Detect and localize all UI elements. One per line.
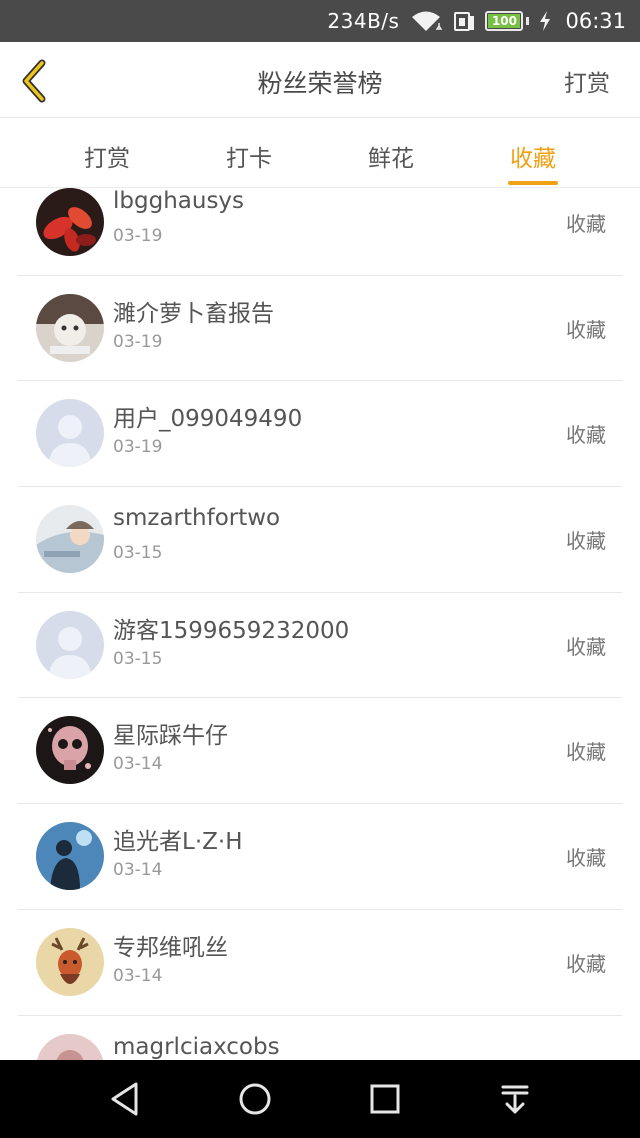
tab-label: 打卡 bbox=[226, 146, 272, 172]
user-name: 星际踩牛仔 bbox=[113, 723, 228, 750]
user-name: 游客1599659232000 bbox=[113, 617, 350, 644]
notification-pulldown-icon bbox=[501, 1085, 529, 1114]
tab-flowers[interactable]: 鲜花 bbox=[320, 118, 462, 188]
user-name: magrlciaxcobs bbox=[113, 1033, 280, 1060]
list-item[interactable]: smzarthfortwo 03-15 收藏 bbox=[18, 487, 622, 593]
battery-icon: 100 bbox=[485, 11, 530, 31]
tab-favorites[interactable]: 收藏 bbox=[462, 118, 604, 188]
avatar[interactable] bbox=[36, 927, 104, 996]
user-name: smzarthfortwo bbox=[113, 505, 281, 532]
avatar[interactable] bbox=[36, 822, 104, 891]
default-user-avatar bbox=[36, 610, 104, 679]
user-name: 用户_099049490 bbox=[113, 406, 303, 433]
wifi-icon bbox=[412, 11, 443, 31]
avatar[interactable] bbox=[36, 716, 104, 785]
recents-square-icon bbox=[370, 1084, 400, 1114]
user-name: 追光者L·Z·H bbox=[113, 829, 243, 856]
default-user-avatar bbox=[36, 399, 104, 468]
favorite-label: 收藏 bbox=[566, 740, 606, 765]
tab-label: 鲜花 bbox=[368, 146, 414, 172]
list-item[interactable]: lbgghausys 03-19 收藏 bbox=[18, 188, 622, 276]
list-item[interactable]: 星际踩牛仔 03-14 收藏 bbox=[18, 698, 622, 805]
avatar[interactable] bbox=[36, 1033, 104, 1060]
avatar[interactable] bbox=[36, 399, 104, 468]
floral-skull-photo bbox=[36, 716, 104, 785]
favorite-date: 03-14 bbox=[113, 965, 163, 986]
avatar[interactable] bbox=[36, 610, 104, 679]
nav-recents-button[interactable] bbox=[355, 1069, 415, 1129]
tab-bar: 打赏 打卡 鲜花 收藏 bbox=[0, 118, 640, 188]
page-title: 粉丝荣誉榜 bbox=[257, 69, 383, 98]
avatar[interactable] bbox=[36, 188, 104, 256]
app-header: 粉丝荣誉榜 打赏 bbox=[0, 42, 640, 118]
avatar[interactable] bbox=[36, 505, 104, 574]
list-item[interactable]: 用户_099049490 03-19 收藏 bbox=[18, 381, 622, 488]
home-circle-icon bbox=[239, 1083, 271, 1115]
cartoon-cat-photo bbox=[36, 293, 104, 362]
avatar[interactable] bbox=[36, 293, 104, 362]
favorite-label: 收藏 bbox=[566, 634, 606, 659]
fan-list[interactable]: lbgghausys 03-19 收藏 濉介萝卜畜报告 03-19 收藏 用户_… bbox=[0, 188, 640, 1060]
favorite-date: 03-14 bbox=[113, 754, 163, 775]
user-name: 濉介萝卜畜报告 bbox=[113, 300, 274, 327]
deer-illustration-photo bbox=[36, 927, 104, 996]
tab-label: 打赏 bbox=[84, 146, 130, 172]
user-name: 专邦维吼丝 bbox=[113, 934, 228, 961]
network-speed: 234B/s bbox=[327, 9, 400, 33]
nav-home-button[interactable] bbox=[225, 1069, 285, 1129]
favorite-date: 03-19 bbox=[113, 226, 163, 246]
favorite-date: 03-15 bbox=[113, 648, 163, 669]
favorite-date: 03-14 bbox=[113, 860, 163, 881]
reward-header-button[interactable]: 打赏 bbox=[564, 64, 610, 98]
favorite-label: 收藏 bbox=[566, 529, 606, 554]
list-item[interactable]: 追光者L·Z·H 03-14 收藏 bbox=[18, 804, 622, 910]
nav-notification-button[interactable] bbox=[485, 1069, 545, 1129]
favorite-label: 收藏 bbox=[566, 212, 606, 236]
favorite-label: 收藏 bbox=[566, 846, 606, 871]
tab-reward[interactable]: 打赏 bbox=[36, 118, 178, 188]
list-item[interactable]: 游客1599659232000 03-15 收藏 bbox=[18, 593, 622, 699]
charging-icon bbox=[540, 11, 551, 31]
tab-label: 收藏 bbox=[510, 146, 556, 172]
list-item[interactable]: magrlciaxcobs 收藏 bbox=[18, 1016, 622, 1060]
red-leaves-photo bbox=[36, 188, 104, 256]
favorite-label: 收藏 bbox=[566, 317, 606, 342]
favorite-label: 收藏 bbox=[566, 423, 606, 448]
sim-icon bbox=[454, 12, 475, 31]
back-triangle-icon bbox=[111, 1082, 138, 1116]
status-bar: 234B/s 100 06:31 bbox=[0, 0, 640, 42]
list-item[interactable]: 濉介萝卜畜报告 03-19 收藏 bbox=[18, 276, 622, 382]
favorite-date: 03-19 bbox=[113, 437, 163, 458]
silhouette-blue-photo bbox=[36, 822, 104, 891]
favorite-date: 03-15 bbox=[113, 543, 163, 564]
favorite-date: 03-19 bbox=[113, 331, 163, 352]
tab-checkin[interactable]: 打卡 bbox=[178, 118, 320, 188]
user-name: lbgghausys bbox=[113, 188, 245, 214]
favorite-label: 收藏 bbox=[566, 951, 606, 976]
system-nav-bar bbox=[0, 1060, 640, 1138]
battery-level: 100 bbox=[488, 14, 521, 28]
active-tab-indicator bbox=[508, 181, 558, 185]
clock: 06:31 bbox=[565, 9, 626, 33]
list-item[interactable]: 专邦维吼丝 03-14 收藏 bbox=[18, 910, 622, 1016]
anime-character-photo bbox=[36, 505, 104, 574]
nav-back-button[interactable] bbox=[95, 1069, 155, 1129]
pink-artwork-photo bbox=[36, 1033, 104, 1060]
